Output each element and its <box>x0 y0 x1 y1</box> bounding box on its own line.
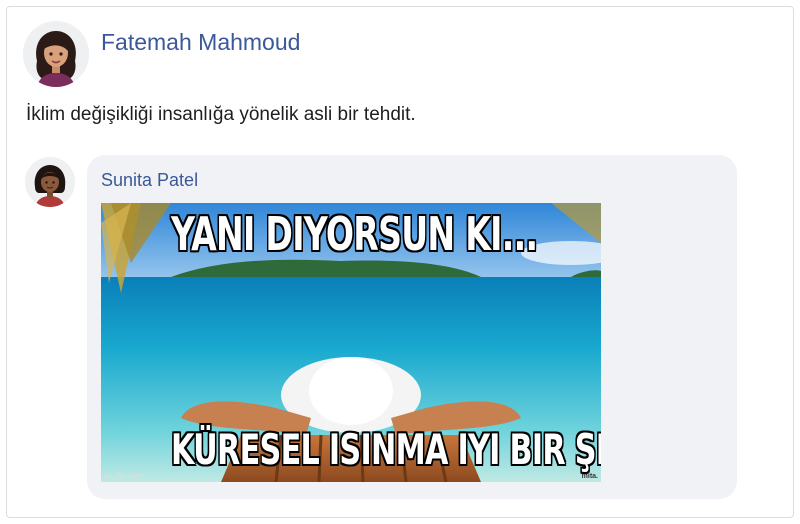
post-author-avatar[interactable] <box>23 21 89 87</box>
post-author-name[interactable]: Fatemah Mahmoud <box>101 29 300 56</box>
meme-top-caption: YANI DIYORSUN KI... <box>171 207 538 261</box>
meme-image[interactable]: YANI DIYORSUN KI... KÜRESEL ISINMA IYI B… <box>101 203 601 482</box>
comment-author-name[interactable]: Sunita Patel <box>101 170 198 191</box>
meme-corner-mark: mita. <box>581 473 598 480</box>
comment-bubble: Sunita Patel YANI DIYORSUN KI... KÜRESEL… <box>87 155 737 499</box>
meme-bottom-caption: KÜRESEL ISINMA IYI BIR ŞEY DEĞIL <box>171 425 601 474</box>
comment-author-avatar[interactable] <box>25 157 75 207</box>
meme-watermark: imgflip.com <box>104 471 145 480</box>
post-card: Fatemah Mahmoud İklim değişikliği insanl… <box>6 6 794 518</box>
post-text: İklim değişikliği insanlığa yönelik asli… <box>26 104 416 125</box>
